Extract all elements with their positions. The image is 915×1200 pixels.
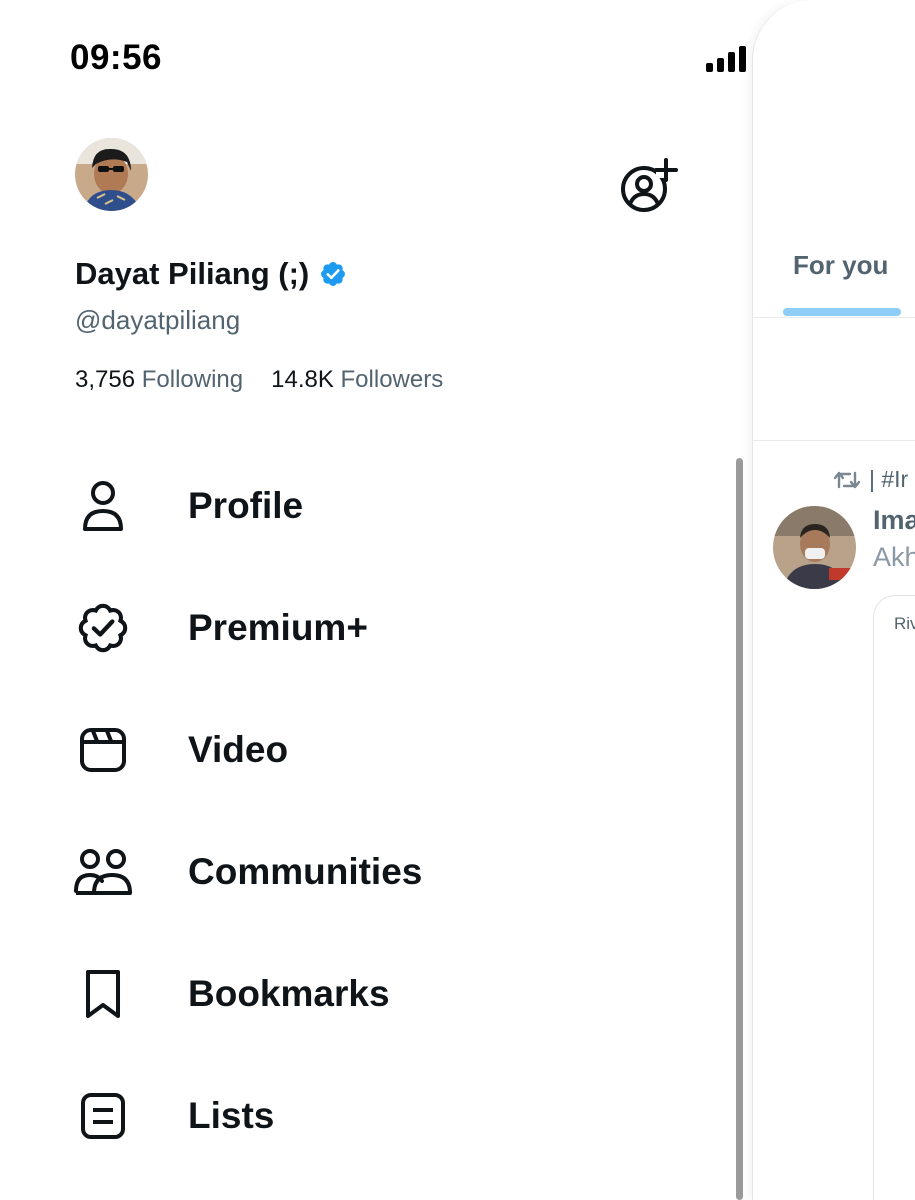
tab-indicator	[783, 308, 901, 316]
tab-divider	[753, 317, 915, 318]
post-media-card[interactable]: Riv	[873, 595, 915, 1200]
person-icon	[72, 475, 134, 537]
menu-item-profile[interactable]: Profile	[0, 445, 720, 567]
followers-count: 14.8K	[271, 366, 334, 393]
bookmark-icon	[72, 963, 134, 1025]
feed-divider	[753, 440, 915, 441]
menu-item-video[interactable]: Video	[0, 689, 720, 811]
add-account-button[interactable]	[618, 156, 678, 216]
battery-level: 68	[821, 46, 847, 71]
verified-badge-icon	[321, 262, 346, 286]
timeline-peek-panel[interactable]: For you | #Ir Ima Akh Riv	[752, 0, 915, 1200]
drawer-menu: Profile Premium+ Video Communities Bookm…	[0, 445, 720, 1177]
profile-name-row[interactable]: Dayat Piliang (;)	[75, 254, 347, 294]
people-icon	[72, 841, 134, 903]
video-clapper-icon	[72, 719, 134, 781]
profile-name[interactable]: Dayat Piliang (;)	[75, 256, 309, 292]
list-icon	[72, 1085, 134, 1147]
profile-handle: @dayatpiliang	[75, 305, 241, 335]
menu-item-lists[interactable]: Lists	[0, 1055, 720, 1177]
menu-label-video: Video	[188, 729, 289, 770]
add-user-icon	[621, 158, 678, 212]
menu-label-bookmarks: Bookmarks	[188, 973, 390, 1014]
follow-stats: 3,756 Following 14.8K Followers	[75, 366, 443, 394]
menu-label-premium: Premium+	[188, 607, 368, 648]
cellular-signal-icon	[706, 46, 746, 72]
post-author-name[interactable]: Ima	[873, 505, 915, 536]
menu-label-lists: Lists	[188, 1095, 275, 1136]
verified-badge-icon	[72, 597, 134, 659]
card-label: Riv	[894, 614, 915, 633]
drawer-scrollbar[interactable]	[736, 458, 743, 1200]
retweet-context: | #Ir	[833, 466, 908, 493]
menu-item-communities[interactable]: Communities	[0, 811, 720, 933]
post-avatar[interactable]	[773, 506, 856, 589]
followers-label: Followers	[340, 366, 444, 393]
profile-avatar[interactable]	[75, 138, 148, 211]
tab-for-you[interactable]: For you	[793, 250, 888, 281]
menu-item-premium[interactable]: Premium+	[0, 567, 720, 689]
following-count: 3,756	[75, 366, 136, 393]
menu-item-bookmarks[interactable]: Bookmarks	[0, 933, 720, 1055]
followers-link[interactable]: 14.8K Followers	[271, 366, 443, 394]
following-link[interactable]: 3,756 Following	[75, 366, 243, 394]
post-text: Akh	[873, 542, 915, 572]
retweet-text: | #Ir	[869, 466, 909, 492]
menu-label-profile: Profile	[188, 485, 304, 526]
retweet-icon	[833, 471, 861, 488]
menu-label-communities: Communities	[188, 851, 423, 892]
following-label: Following	[141, 366, 244, 393]
status-time: 09:56	[70, 38, 163, 77]
